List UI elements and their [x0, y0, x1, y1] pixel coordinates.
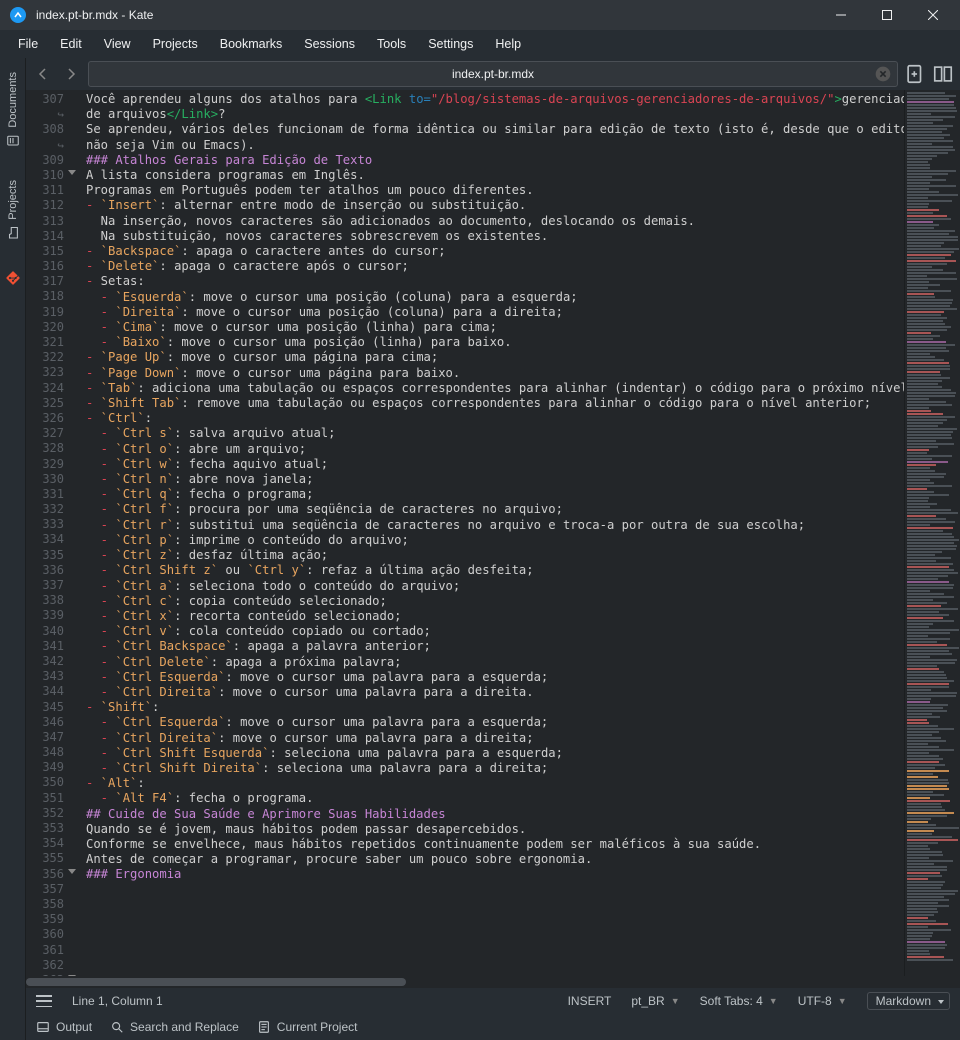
horizontal-scrollbar[interactable] — [26, 976, 960, 988]
indent-label: Soft Tabs: 4 — [700, 994, 763, 1008]
encoding-label: UTF-8 — [798, 994, 832, 1008]
dict-label: pt_BR — [631, 994, 664, 1008]
line-gutter: 307↪308↪30931031131231331431531631731831… — [26, 90, 80, 976]
code-area[interactable]: Você aprendeu alguns dos atalhos para <L… — [80, 90, 904, 976]
syntax-selector[interactable]: Markdown — [867, 992, 950, 1010]
statusbar: Line 1, Column 1 INSERT pt_BR ▼ Soft Tab… — [26, 988, 960, 1014]
editor-tab[interactable]: index.pt-br.mdx — [88, 61, 898, 87]
statusbar-menu-icon[interactable] — [36, 995, 52, 1007]
insert-mode[interactable]: INSERT — [568, 994, 612, 1008]
bottom-toolbar: Output Search and Replace Current Projec… — [26, 1014, 960, 1040]
menu-projects[interactable]: Projects — [143, 33, 208, 55]
menu-view[interactable]: View — [94, 33, 141, 55]
dictionary-selector[interactable]: pt_BR ▼ — [631, 994, 679, 1008]
sidebar-tab-documents[interactable]: Documents — [4, 66, 22, 154]
maximize-button[interactable] — [864, 0, 910, 30]
menu-help[interactable]: Help — [485, 33, 531, 55]
sidebar-tab-git[interactable] — [4, 265, 22, 291]
menu-tools[interactable]: Tools — [367, 33, 416, 55]
menu-file[interactable]: File — [8, 33, 48, 55]
chevron-down-icon: ▼ — [769, 996, 778, 1006]
split-view-icon[interactable] — [932, 63, 954, 85]
window-title: index.pt-br.mdx - Kate — [36, 8, 153, 22]
chevron-down-icon: ▼ — [838, 996, 847, 1006]
close-button[interactable] — [910, 0, 956, 30]
encoding-selector[interactable]: UTF-8 ▼ — [798, 994, 847, 1008]
scrollbar-thumb[interactable] — [26, 978, 406, 986]
sidebar-label: Projects — [7, 180, 19, 220]
menu-sessions[interactable]: Sessions — [294, 33, 365, 55]
search-panel-button[interactable]: Search and Replace — [110, 1020, 239, 1034]
chevron-down-icon: ▼ — [671, 996, 680, 1006]
output-panel-button[interactable]: Output — [36, 1020, 92, 1034]
syntax-label: Markdown — [876, 994, 931, 1008]
nav-forward-button[interactable] — [60, 63, 82, 85]
titlebar: index.pt-br.mdx - Kate — [0, 0, 960, 30]
new-file-icon[interactable] — [904, 63, 926, 85]
minimap[interactable] — [904, 90, 960, 976]
menu-settings[interactable]: Settings — [418, 33, 483, 55]
menu-edit[interactable]: Edit — [50, 33, 92, 55]
editor[interactable]: 307↪308↪30931031131231331431531631731831… — [26, 90, 960, 976]
sidebar: Documents Projects — [0, 58, 26, 1040]
tab-close-icon[interactable] — [875, 66, 891, 82]
app-icon — [10, 7, 26, 23]
tab-label: index.pt-br.mdx — [452, 67, 534, 81]
menu-bookmarks[interactable]: Bookmarks — [210, 33, 293, 55]
tabbar: index.pt-br.mdx — [26, 58, 960, 90]
nav-back-button[interactable] — [32, 63, 54, 85]
cursor-position[interactable]: Line 1, Column 1 — [72, 994, 163, 1008]
sidebar-tab-projects[interactable]: Projects — [4, 174, 22, 246]
project-panel-button[interactable]: Current Project — [257, 1020, 358, 1034]
menubar: FileEditViewProjectsBookmarksSessionsToo… — [0, 30, 960, 58]
output-label: Output — [56, 1020, 92, 1034]
indent-selector[interactable]: Soft Tabs: 4 ▼ — [700, 994, 778, 1008]
minimize-button[interactable] — [818, 0, 864, 30]
project-label: Current Project — [277, 1020, 358, 1034]
sidebar-label: Documents — [7, 72, 19, 128]
search-label: Search and Replace — [130, 1020, 239, 1034]
